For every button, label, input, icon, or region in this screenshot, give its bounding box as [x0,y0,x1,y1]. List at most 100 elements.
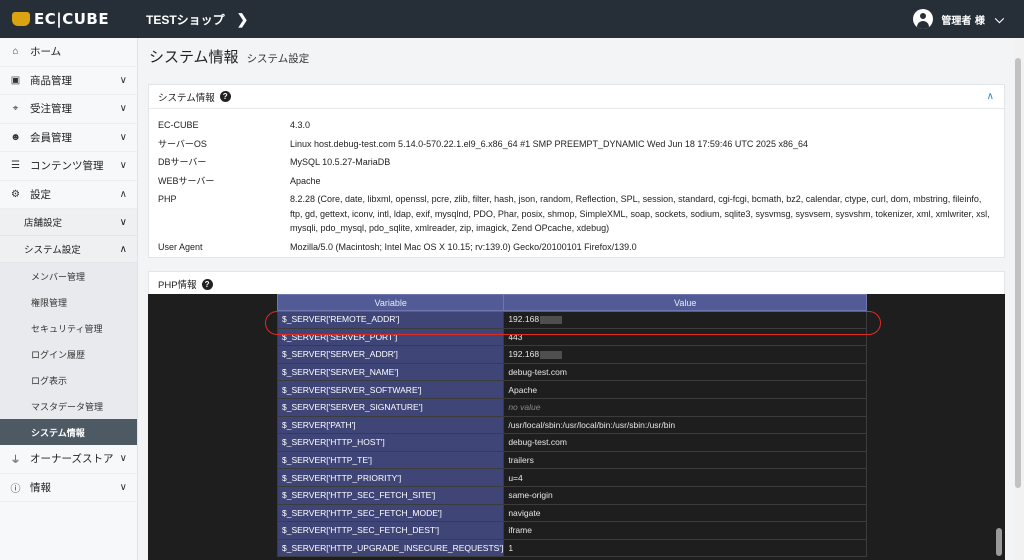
sidebar-item-label: 商品管理 [30,74,72,87]
chevron-down-icon: ∨ [119,160,127,172]
column-header-variable: Variable [276,294,505,311]
row-value: /usr/local/sbin:/usr/local/bin:/usr/sbin… [503,415,867,435]
sidebar-item-log-view[interactable]: ログ表示 [0,367,137,393]
table-row: $_SERVER['SERVER_SOFTWARE'] Apache [276,380,867,399]
page-title: システム情報 システム設定 [149,46,309,67]
system-info-body: EC-CUBE 4.3.0 サーバーOS Linux host.debug-te… [149,109,1004,254]
sidebar-item-shop-settings[interactable]: 店舗設定 ∨ [0,209,137,236]
chevron-up-icon[interactable]: ∧ [987,91,994,102]
row-variable: $_SERVER['SERVER_SOFTWARE'] [276,380,505,399]
user-menu[interactable]: 管理者 様 ⌵ [913,0,1004,38]
row-variable: $_SERVER['HTTP_SEC_FETCH_MODE'] [276,503,505,523]
info-row: WEBサーバー Apache [149,174,1004,189]
user-avatar-icon [913,9,934,29]
table-row: $_SERVER['HTTP_HOST'] debug-test.com [276,433,867,452]
gear-icon: ⚙ [11,188,20,200]
sidebar-item-system-info[interactable]: システム情報 [0,419,137,445]
row-value: navigate [503,503,867,523]
card-title: システム情報 [158,92,215,104]
row-variable: $_SERVER['HTTP_SEC_FETCH_DEST'] [276,521,505,540]
info-value: 8.2.28 (Core, date, libxml, openssl, pcr… [290,194,990,233]
home-icon: ⌂ [12,46,19,58]
sidebar-item-label: 権限管理 [31,297,68,308]
card-title: PHP情報 [158,280,197,291]
logo[interactable]: EC|CUBE [0,10,138,28]
sidebar-item-member-admin[interactable]: メンバー管理 [0,263,137,289]
info-key: WEBサーバー [158,175,215,186]
help-icon[interactable]: ? [201,278,213,290]
table-row: $_SERVER['HTTP_SEC_FETCH_SITE'] same-orig… [276,485,867,505]
info-row: User Agent Mozilla/5.0 (Macintosh; Intel… [149,240,1004,255]
sidebar-item-label: 店舗設定 [24,218,63,229]
info-row: DBサーバー MySQL 10.5.27-MariaDB [149,155,1004,170]
users-icon: ☻ [10,131,21,143]
sidebar-item-label: 情報 [30,481,51,494]
sidebar-item-info[interactable]: ⓘ 情報 ∨ [0,474,137,502]
sidebar: ⌂ ホーム ▣ 商品管理 ∨ ⌖ 受注管理 ∨ ☻ 会員管理 ∨ ☰ コンテンツ… [0,38,138,560]
info-value: Linux host.debug-test.com 5.14.0-570.22.… [290,138,808,149]
plug-icon: ⏚ [10,455,21,467]
help-icon[interactable]: ? [219,91,231,102]
system-info-header[interactable]: システム情報 ? ∧ [149,85,1004,109]
sidebar-item-members[interactable]: ☻ 会員管理 ∨ [0,124,137,152]
table-row: $_SERVER['HTTP_SEC_FETCH_MODE'] navigate [276,503,867,523]
chevron-down-icon: ∨ [119,481,127,493]
system-info-card: システム情報 ? ∧ EC-CUBE 4.3.0 サーバーOS Linux ho… [148,84,1005,258]
row-variable: $_SERVER['PATH'] [276,415,505,435]
table-row: $_SERVER['PATH']/usr/local/sbin:/usr/loc… [276,415,867,435]
row-value: u=4 [503,468,867,487]
row-value: debug-test.com [503,362,867,382]
page-scrollbar-thumb[interactable] [1015,58,1021,488]
row-variable: $_SERVER['HTTP_SEC_FETCH_SITE'] [276,485,505,505]
sidebar-item-owners-store[interactable]: ⏚ オーナーズストア ∨ [0,445,137,474]
row-value: Apache [503,380,867,399]
info-key: サーバーOS [158,138,207,149]
row-value: trailers [503,450,867,470]
info-row: PHP 8.2.28 (Core, date, libxml, openssl,… [149,192,1004,236]
sidebar-item-permissions[interactable]: 権限管理 [0,289,137,315]
table-row: $_SERVER['HTTP_UPGRADE_INSECURE_REQUESTS… [276,538,867,558]
chevron-down-icon: ⌵ [994,11,1004,26]
info-key: User Agent [158,241,203,252]
info-value: Mozilla/5.0 (Macintosh; Intel Mac OS X 1… [290,241,637,252]
frame-scrollbar-thumb[interactable] [996,528,1002,556]
sidebar-item-master-data[interactable]: マスタデータ管理 [0,393,137,419]
chevron-down-icon: ∨ [119,103,127,115]
sidebar-item-security[interactable]: セキュリティ管理 [0,315,137,341]
sidebar-item-label: マスタデータ管理 [31,401,104,412]
sidebar-item-label: 会員管理 [30,131,72,144]
cube-icon: ▣ [10,74,21,86]
chevron-up-icon: ∧ [119,243,127,255]
row-variable: $_SERVER['SERVER_SIGNATURE'] [276,397,505,417]
chevron-down-icon: ∨ [119,131,127,143]
chevron-right-icon: ❯ [236,10,249,27]
chevron-down-icon: ∨ [119,453,127,465]
info-key: PHP [158,194,177,204]
info-key: DBサーバー [158,157,207,167]
row-value: no value [503,397,867,417]
row-value: iframe [503,521,867,540]
sidebar-item-home[interactable]: ⌂ ホーム [0,38,137,67]
user-label: 管理者 様 [941,15,985,27]
sidebar-item-products[interactable]: ▣ 商品管理 ∨ [0,67,137,95]
info-value: Apache [290,175,321,186]
sidebar-item-label: メンバー管理 [31,271,86,282]
sidebar-item-orders[interactable]: ⌖ 受注管理 ∨ [0,95,137,124]
row-variable: $_SERVER['HTTP_HOST'] [276,433,505,452]
chevron-down-icon: ∨ [119,216,127,228]
sidebar-item-label: ログ表示 [31,375,68,386]
sidebar-item-label: システム情報 [31,427,85,438]
row-value-text: 192.168 [508,349,540,360]
chevron-down-icon: ∨ [119,74,127,86]
sidebar-item-login-history[interactable]: ログイン履歴 [0,341,137,367]
row-value: debug-test.com [503,433,867,452]
shop-name: TESTショップ [146,12,225,27]
sidebar-item-settings[interactable]: ⚙ 設定 ∧ [0,181,137,209]
shop-link[interactable]: TESTショップ ❯ [146,11,248,28]
sidebar-item-contents[interactable]: ☰ コンテンツ管理 ∨ [0,152,137,181]
sidebar-item-system-settings[interactable]: システム設定 ∧ [0,236,137,263]
php-info-header: PHP情報 ? [149,272,1004,296]
row-value: 1 [503,538,867,558]
info-value: MySQL 10.5.27-MariaDB [290,157,391,167]
info-value: 4.3.0 [290,120,311,130]
